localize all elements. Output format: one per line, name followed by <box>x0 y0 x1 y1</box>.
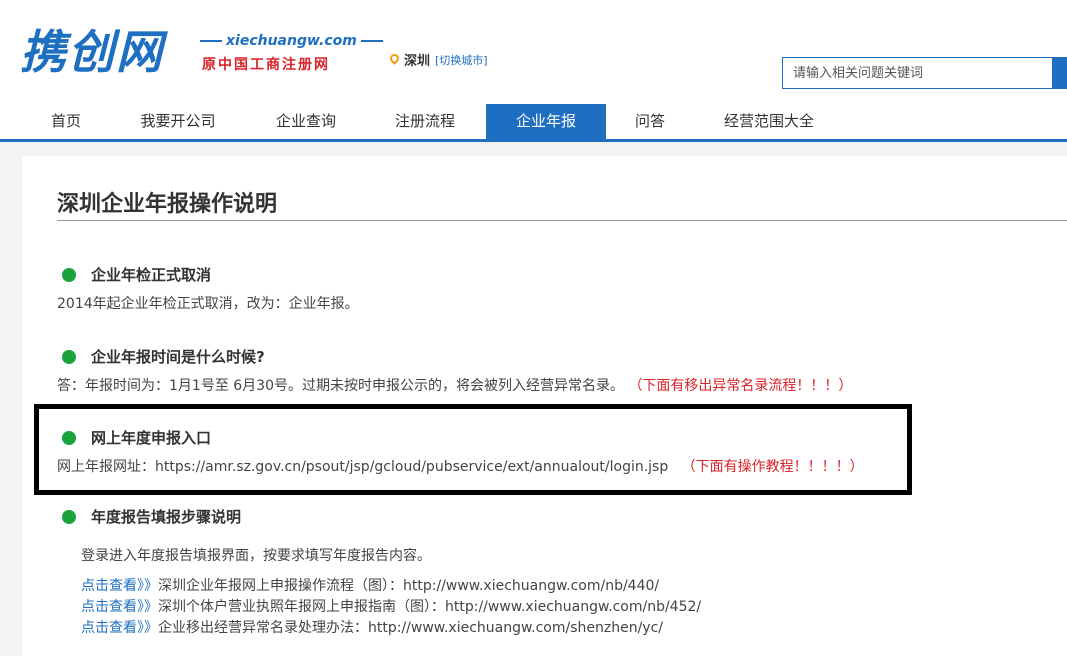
green-bullet-icon <box>62 430 76 445</box>
related-link[interactable]: 点击查看》》企业移出经营异常名录处理办法：http://www.xiechuan… <box>81 618 701 639</box>
logo-dash-left <box>200 40 222 42</box>
related-links: 点击查看》》深圳企业年报网上申报操作流程（图）：http://www.xiech… <box>81 576 701 639</box>
page-title: 深圳企业年报操作说明 <box>57 192 278 217</box>
nav-item-annual-report[interactable]: 企业年报 <box>486 104 606 139</box>
section-heading-text: 企业年检正式取消 <box>91 266 212 284</box>
link-text[interactable]: 企业移出经营异常名录处理办法：http://www.xiechuangw.com… <box>158 620 663 636</box>
search-button[interactable] <box>1052 58 1066 88</box>
related-link[interactable]: 点击查看》》深圳个体户营业执照年报网上申报指南（图）：http://www.xi… <box>81 597 701 618</box>
article-panel: 深圳企业年报操作说明 企业年检正式取消 2014年起企业年检正式取消，改为：企业… <box>22 156 1067 656</box>
section-note: （下面有移出异常名录流程！！！） <box>628 378 853 394</box>
annual-report-url[interactable]: 网上年报网址：https://amr.sz.gov.cn/psout/jsp/g… <box>57 459 668 475</box>
site-logo[interactable]: 携创网 <box>20 24 164 80</box>
section-note: （下面有操作教程！！！！） <box>681 459 864 475</box>
section-annual-inspection: 企业年检正式取消 2014年起企业年检正式取消，改为：企业年报。 <box>57 264 359 313</box>
section-heading: 年度报告填报步骤说明 <box>57 506 431 527</box>
green-bullet-icon <box>62 509 76 524</box>
section-body: 答：年报时间为：1月1号至 6月30号。过期未按时申报公示的，将会被列入经营异常… <box>57 375 852 395</box>
section-body: 登录进入年度报告填报界面，按要求填写年度报告内容。 <box>81 548 431 564</box>
section-report-steps: 年度报告填报步骤说明 登录进入年度报告填报界面，按要求填写年度报告内容。 <box>57 506 431 565</box>
section-online-entry: 网上年度申报入口 网上年报网址：https://amr.sz.gov.cn/ps… <box>57 427 864 476</box>
nav-item-qa[interactable]: 问答 <box>620 104 680 139</box>
section-report-time: 企业年报时间是什么时候? 答：年报时间为：1月1号至 6月30号。过期未按时申报… <box>57 346 852 395</box>
city-name: 深圳 <box>404 54 431 69</box>
nav-item-registration-flow[interactable]: 注册流程 <box>380 104 470 139</box>
green-bullet-icon <box>62 349 76 364</box>
logo-tagline: 原中国工商注册网 <box>202 57 330 73</box>
section-heading-text: 网上年度申报入口 <box>91 429 212 447</box>
link-prefix[interactable]: 点击查看》》 <box>81 620 158 636</box>
search-box <box>782 57 1067 89</box>
link-prefix[interactable]: 点击查看》》 <box>81 578 158 594</box>
site-header: 携创网 xiechuangw.com 原中国工商注册网 深圳 [切换城市] <box>0 0 1067 104</box>
green-bullet-icon <box>62 267 76 282</box>
main-nav: 首页 我要开公司 企业查询 注册流程 企业年报 问答 经营范围大全 <box>0 104 1067 142</box>
location-pin-icon <box>388 52 401 65</box>
section-body: 网上年报网址：https://amr.sz.gov.cn/psout/jsp/g… <box>57 456 864 476</box>
search-input[interactable] <box>783 58 1052 88</box>
nav-item-home[interactable]: 首页 <box>28 104 104 139</box>
city-selector: 深圳 [切换城市] <box>388 50 488 69</box>
link-text[interactable]: 深圳个体户营业执照年报网上申报指南（图）：http://www.xiechuan… <box>158 599 701 615</box>
nav-item-company-search[interactable]: 企业查询 <box>260 104 352 139</box>
section-body: 2014年起企业年检正式取消，改为：企业年报。 <box>57 296 359 312</box>
section-heading: 企业年检正式取消 <box>57 264 359 285</box>
link-text[interactable]: 深圳企业年报网上申报操作流程（图）：http://www.xiechuangw.… <box>158 578 659 594</box>
section-heading-text: 企业年报时间是什么时候? <box>91 348 265 366</box>
title-divider <box>57 220 1067 221</box>
related-link[interactable]: 点击查看》》深圳企业年报网上申报操作流程（图）：http://www.xiech… <box>81 576 701 597</box>
logo-domain: xiechuangw.com <box>196 33 387 49</box>
section-heading: 企业年报时间是什么时候? <box>57 346 852 367</box>
city-switch-link[interactable]: [切换城市] <box>435 52 488 68</box>
section-body-text: 答：年报时间为：1月1号至 6月30号。过期未按时申报公示的，将会被列入经营异常… <box>57 378 624 394</box>
nav-item-open-company[interactable]: 我要开公司 <box>126 104 230 139</box>
logo-domain-text: xiechuangw.com <box>226 33 357 49</box>
section-heading-text: 年度报告填报步骤说明 <box>91 508 242 526</box>
logo-dash-right <box>360 40 383 42</box>
link-prefix[interactable]: 点击查看》》 <box>81 599 158 615</box>
nav-item-business-scope[interactable]: 经营范围大全 <box>708 104 830 139</box>
section-heading: 网上年度申报入口 <box>57 427 864 448</box>
